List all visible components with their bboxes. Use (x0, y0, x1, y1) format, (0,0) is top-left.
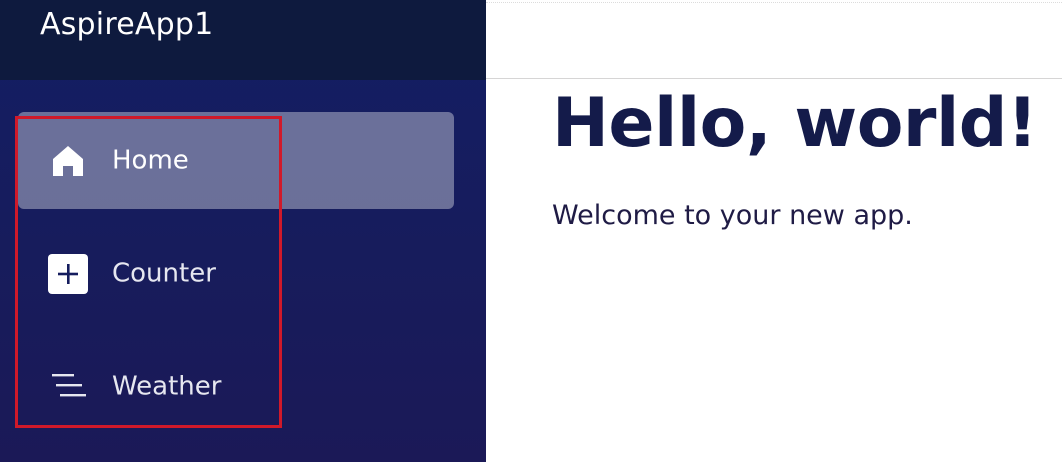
sidebar: AspireApp1 Home Counter Weather (0, 0, 486, 462)
top-row (486, 0, 1062, 79)
nav-item-weather[interactable]: Weather (18, 338, 454, 435)
page-subtitle: Welcome to your new app. (552, 200, 913, 231)
plus-square-icon (48, 253, 88, 294)
home-icon (48, 141, 88, 181)
nav-label-counter: Counter (112, 257, 216, 288)
nav-label-weather: Weather (112, 370, 222, 401)
list-lines-icon (48, 367, 88, 407)
page-title: Hello, world! (552, 84, 1038, 163)
brand-bar: AspireApp1 (0, 0, 486, 80)
nav-label-home: Home (112, 144, 189, 175)
nav-item-home[interactable]: Home (18, 112, 454, 209)
nav-item-counter[interactable]: Counter (18, 225, 454, 322)
top-row-divider (486, 2, 1062, 3)
app-root: AspireApp1 Home Counter Weather Hello, w… (0, 0, 1062, 462)
main-content: Hello, world! Welcome to your new app. (486, 0, 1062, 462)
app-brand-link[interactable]: AspireApp1 (40, 7, 213, 42)
